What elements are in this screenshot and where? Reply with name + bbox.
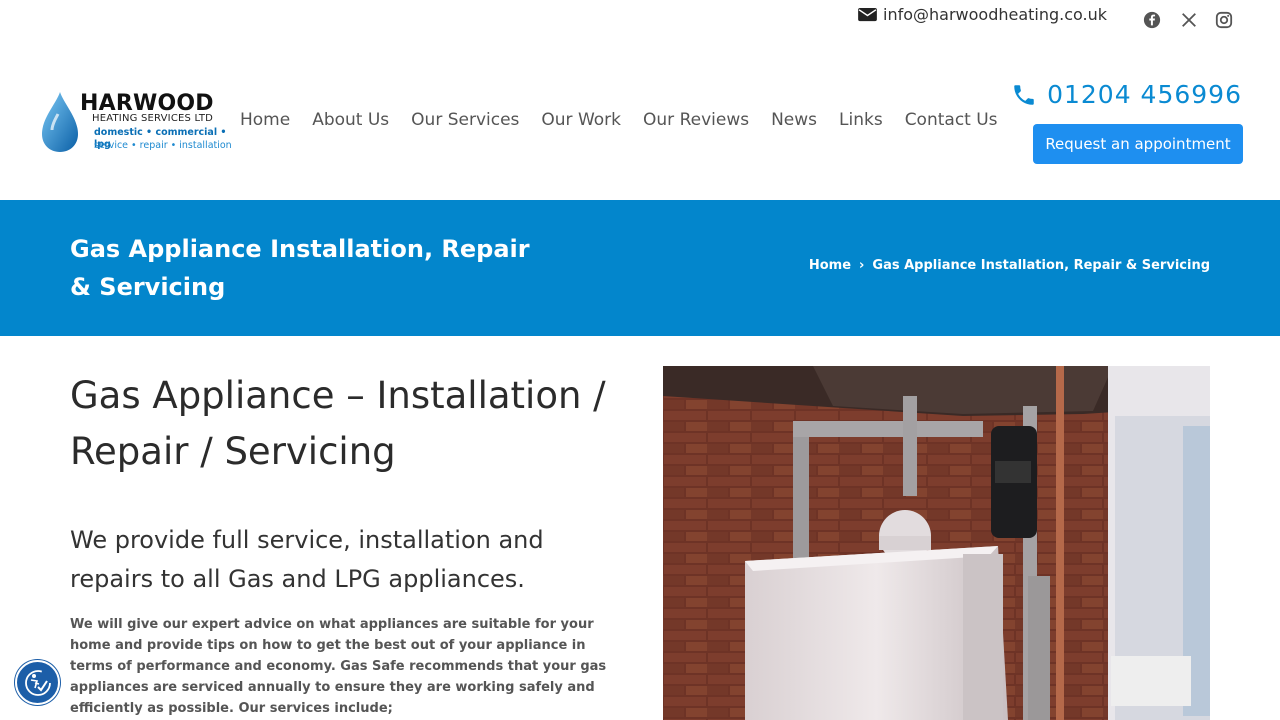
nav-news[interactable]: News <box>771 108 817 132</box>
x-icon[interactable] <box>1179 10 1199 30</box>
phone-number: 01204 456996 <box>1047 80 1242 109</box>
phone-icon <box>1014 84 1034 105</box>
content-heading: Gas Appliance – Installation / Repair / … <box>70 374 606 473</box>
content-body: We will give our expert advice on what a… <box>70 617 607 716</box>
phone-link[interactable]: 01204 456996 <box>1011 80 1242 109</box>
logo-subtitle: HEATING SERVICES LTD <box>92 113 214 124</box>
nav-about-us[interactable]: About Us <box>312 108 389 132</box>
site-logo[interactable]: HARWOOD HEATING SERVICES LTD domestic • … <box>40 88 232 156</box>
email-link[interactable]: info@harwoodheating.co.uk <box>858 5 1107 24</box>
page-title: Gas Appliance Installation, Repair & Ser… <box>70 235 530 301</box>
breadcrumb: Home › Gas Appliance Installation, Repai… <box>809 258 1210 273</box>
page-title-band: Gas Appliance Installation, Repair & Ser… <box>0 200 1280 336</box>
nav-our-services[interactable]: Our Services <box>411 108 519 132</box>
boiler-photo <box>663 366 1210 720</box>
breadcrumb-current: Gas Appliance Installation, Repair & Ser… <box>872 258 1210 273</box>
logo-brand: HARWOOD <box>80 91 214 116</box>
breadcrumb-home[interactable]: Home <box>809 258 851 273</box>
accessibility-button[interactable] <box>15 660 60 705</box>
accessibility-icon <box>24 669 51 696</box>
envelope-icon <box>858 7 877 22</box>
request-appointment-button[interactable]: Request an appointment <box>1033 124 1243 164</box>
top-bar: info@harwoodheating.co.uk <box>0 0 1280 40</box>
nav-contact-us[interactable]: Contact Us <box>905 108 998 132</box>
logo-tagline-services: service • repair • installation <box>94 140 232 151</box>
flame-drop-icon <box>42 92 78 152</box>
chevron-right-icon: › <box>859 258 865 273</box>
instagram-icon[interactable] <box>1214 10 1234 30</box>
nav-our-reviews[interactable]: Our Reviews <box>643 108 749 132</box>
nav-our-work[interactable]: Our Work <box>541 108 621 132</box>
main-nav: Home About Us Our Services Our Work Our … <box>240 108 1020 132</box>
facebook-icon[interactable] <box>1142 10 1162 30</box>
content-lead: We provide full service, installation an… <box>70 526 544 593</box>
nav-home[interactable]: Home <box>240 108 290 132</box>
nav-links[interactable]: Links <box>839 108 883 132</box>
email-text: info@harwoodheating.co.uk <box>883 5 1108 24</box>
